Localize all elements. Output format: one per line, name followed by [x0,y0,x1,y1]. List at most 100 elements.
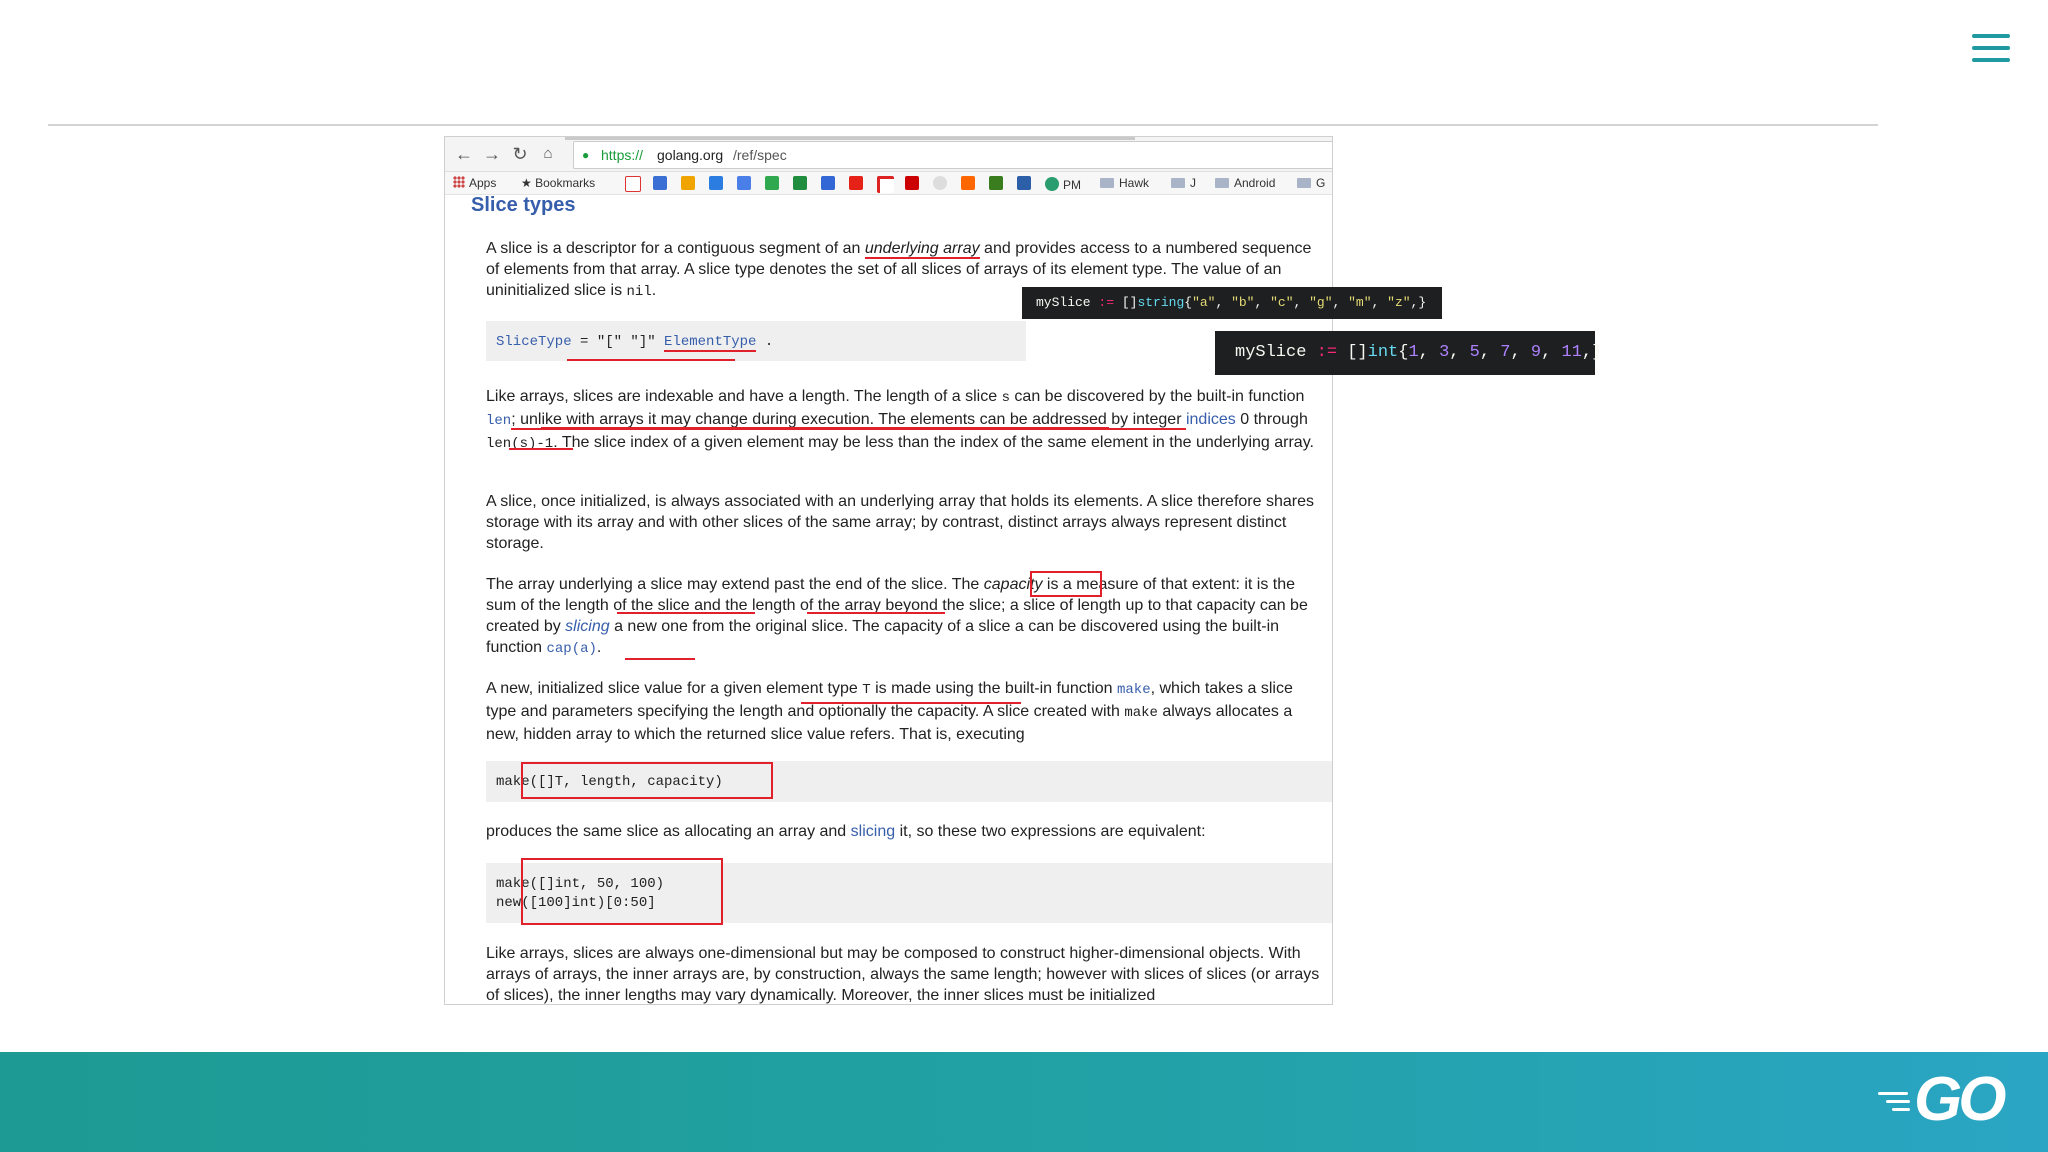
bookmark-hawk[interactable]: Hawk [1100,175,1149,191]
sheets-icon[interactable] [793,176,807,190]
bookmark-label: PM [1063,178,1081,192]
mail-icon[interactable] [653,176,667,190]
text: The array underlying a slice may extend … [486,576,984,593]
people-icon[interactable] [1017,176,1031,190]
bookmark-label: Bookmarks [535,176,596,190]
bookmark-pm[interactable]: PM [1045,175,1081,192]
calendar-icon[interactable] [821,176,835,190]
string-slice-tooltip: mySlice := []string{"a", "b", "c", "g", … [1022,287,1442,319]
int-slice-tooltip: mySlice := []int{1, 3, 5, 7, 9, 11,} [1215,331,1602,375]
code-token: string [1137,295,1185,310]
text: 0 through [1235,411,1308,428]
code-token: [] [1121,295,1138,310]
lock-icon: ● [582,148,590,162]
bookmark-g[interactable]: G [1297,175,1325,191]
url-domain: golang.org [657,147,724,163]
text: produces the same slice as allocating an… [486,823,851,840]
address-bar[interactable]: ● https:// golang.org /ref/spec [573,141,1332,169]
folder-icon [1100,178,1114,188]
annotation-underline [509,448,573,450]
drive-icon[interactable] [765,176,779,190]
bookmark-j[interactable]: J [1171,175,1196,191]
folder-icon [1171,178,1185,188]
annotation-underline [617,612,755,614]
code-token: { [1184,295,1193,310]
star-icon: ★ [521,176,536,190]
home-icon[interactable]: ⌂ [537,144,559,164]
forward-arrow-icon[interactable]: → [481,144,503,164]
go-gopher-speed-icon [1886,1100,1910,1103]
reload-icon[interactable]: ↻ [509,144,531,164]
code-token: , [1418,343,1440,362]
grammar-block: SliceType = "[" "]" ElementType . [486,321,1026,361]
code-token: mySlice [1235,343,1307,362]
back-arrow-icon[interactable]: ← [453,144,475,164]
element-type-link[interactable]: ElementType [664,334,757,352]
reddit-icon[interactable] [933,176,947,190]
browser-toolbar: ← → ↻ ⌂ ● https:// golang.org /ref/spec [445,137,1332,172]
code-token: int [1367,343,1399,362]
grammar-text: . [756,334,774,350]
paragraph-length: Like arrays, slices are indexable and ha… [486,386,1326,455]
folder-icon [1297,178,1311,188]
hacker-news-icon[interactable] [961,176,975,190]
outlook-icon[interactable] [681,176,695,190]
underlying-array-term: underlying array [864,240,980,259]
annotation-underline [801,702,1021,704]
slicing-link[interactable]: slicing [565,618,609,635]
android-icon[interactable] [989,176,1003,190]
url-protocol: https:// [601,147,644,163]
code-token: mySlice [1036,295,1091,310]
annotation-underline [625,658,695,660]
text: is made using the built-in function [870,680,1117,697]
youtube-icon[interactable] [849,176,863,190]
chat-icon[interactable] [709,176,723,190]
browser-screenshot: ← → ↻ ⌂ ● https:// golang.org /ref/spec … [444,136,1333,1005]
globe-icon [1045,177,1059,191]
cnn-icon[interactable] [905,176,919,190]
code-token: 5 [1469,343,1480,362]
code-token: , [1215,295,1232,310]
slice-type-link[interactable]: SliceType [496,334,572,350]
text: . [651,282,657,299]
code-token: ,} [1581,343,1603,362]
code-token: , [1293,295,1310,310]
code-token: 3 [1439,343,1450,362]
t-icon[interactable] [877,176,894,193]
bookmark-apps[interactable]: Apps [453,175,496,191]
go-gopher-speed-icon [1878,1092,1908,1095]
annotation-underline [541,427,1109,429]
len-link[interactable]: len [486,413,511,429]
s-code: s [1001,390,1010,406]
code-token: "g" [1309,295,1333,310]
paragraph-equivalent: produces the same slice as allocating an… [486,821,1326,842]
menu-icon[interactable] [1972,34,2010,62]
go-logo[interactable]: GO [1878,1065,2008,1134]
paragraph-make: A new, initialized slice value for a giv… [486,678,1326,745]
make-link[interactable]: make [1117,682,1151,698]
cap-link[interactable]: cap(a) [546,641,596,657]
paragraph-storage: A slice, once initialized, is always ass… [486,493,1314,552]
folder-icon [1215,178,1229,188]
bookmark-bookmarks[interactable]: ★ Bookmarks [521,175,595,191]
code-token: 9 [1530,343,1542,362]
code-token: 1 [1408,343,1419,362]
bookmark-android[interactable]: Android [1215,175,1275,191]
code-token: "z" [1387,295,1411,310]
a-var: a [1014,618,1024,635]
nil-code: nil [626,284,652,300]
code-token: , [1510,343,1531,362]
paragraph-capacity: The array underlying a slice may extend … [486,574,1326,660]
code-token: "m" [1348,295,1372,310]
slicing-link[interactable]: slicing [851,823,895,840]
google-plus-icon[interactable] [737,176,751,190]
bookmarks-bar: Apps ★ Bookmarks PM Hawk J Android G [445,172,1332,195]
indices-link[interactable]: indices [1186,411,1236,428]
code-token: , [1371,295,1388,310]
gmail-icon[interactable] [625,176,641,192]
section-heading: Slice types [471,194,576,216]
text: . [596,639,602,656]
code-token: := [1306,343,1348,362]
annotation-underline [567,359,735,361]
code-token: "a" [1192,295,1216,310]
